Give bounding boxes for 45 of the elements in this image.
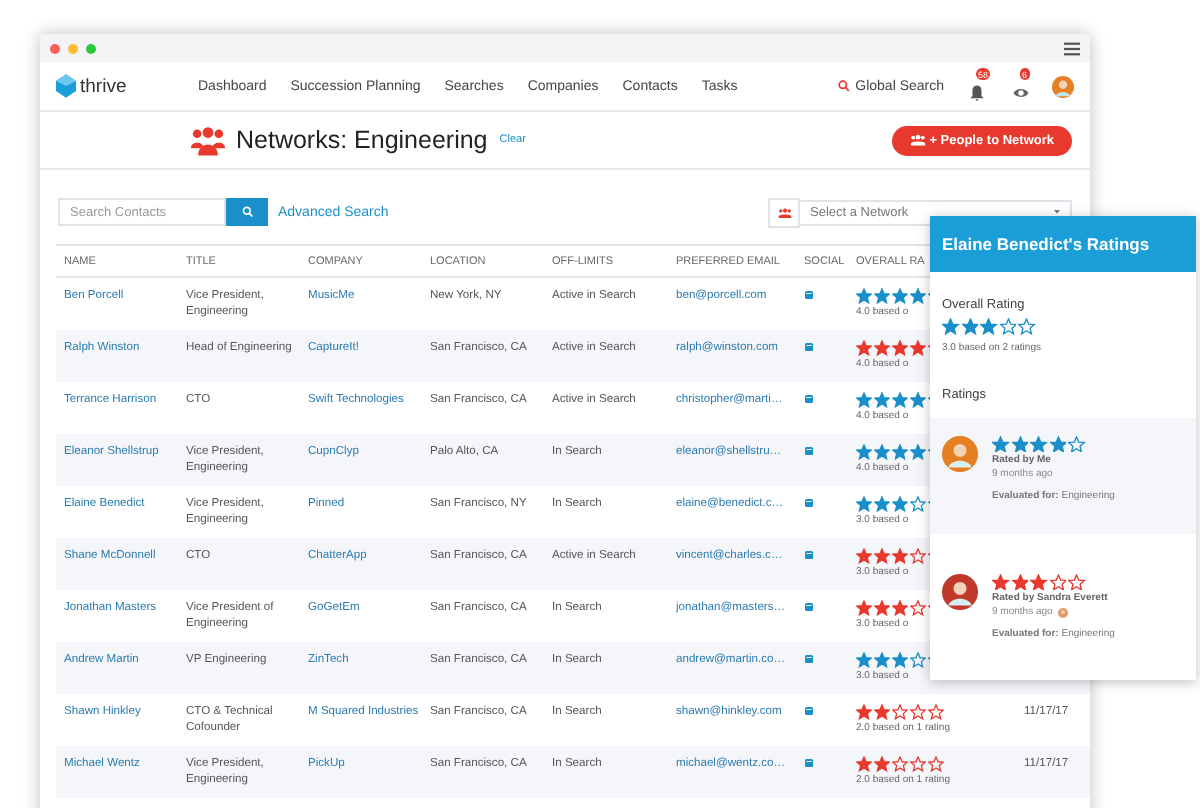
star-icon — [992, 435, 1009, 452]
logo-text[interactable]: thrive — [80, 75, 184, 97]
search-icon — [837, 80, 850, 92]
profile-card-icon[interactable] — [804, 290, 814, 300]
page-title: Networks: Engineering — [236, 126, 488, 154]
profile-card-icon[interactable] — [804, 394, 814, 404]
star-icon — [1011, 435, 1028, 452]
group-icon — [777, 207, 791, 217]
minimize-dot[interactable] — [68, 43, 78, 53]
profile-card-icon[interactable] — [804, 654, 814, 664]
avatar-icon — [1058, 607, 1069, 617]
star-icon — [942, 318, 959, 335]
profile-card-icon[interactable] — [804, 758, 814, 768]
avatar-icon[interactable] — [1052, 75, 1074, 97]
star-icon — [1018, 318, 1035, 335]
avatar-icon — [942, 435, 978, 471]
logo-icon — [56, 74, 76, 98]
star-icon — [992, 573, 1009, 590]
profile-card-icon[interactable] — [804, 550, 814, 560]
search-icon — [241, 206, 253, 218]
panel-header: Elaine Benedict's Ratings — [930, 216, 1196, 272]
star-icon — [999, 318, 1016, 335]
group-icon — [190, 125, 226, 155]
star-icon — [1030, 435, 1047, 452]
star-icon — [1049, 573, 1066, 590]
star-icon — [1049, 435, 1066, 452]
profile-card-icon[interactable] — [804, 342, 814, 352]
zoom-dot[interactable] — [86, 43, 96, 53]
star-icon — [1030, 573, 1047, 590]
bell-icon[interactable] — [968, 84, 986, 102]
star-icon — [1068, 435, 1085, 452]
star-icon — [1011, 573, 1028, 590]
search-button[interactable] — [226, 198, 268, 226]
star-icon — [961, 318, 978, 335]
profile-card-icon[interactable] — [804, 602, 814, 612]
profile-card-icon[interactable] — [804, 446, 814, 456]
group-icon — [909, 134, 926, 146]
menu-icon[interactable] — [1064, 41, 1080, 55]
star-icon — [980, 318, 997, 335]
profile-card-icon[interactable] — [804, 498, 814, 508]
star-icon — [1068, 573, 1085, 590]
eye-icon[interactable] — [1012, 84, 1030, 102]
close-dot[interactable] — [50, 43, 60, 53]
profile-card-icon[interactable] — [804, 706, 814, 716]
avatar-icon — [942, 573, 978, 609]
